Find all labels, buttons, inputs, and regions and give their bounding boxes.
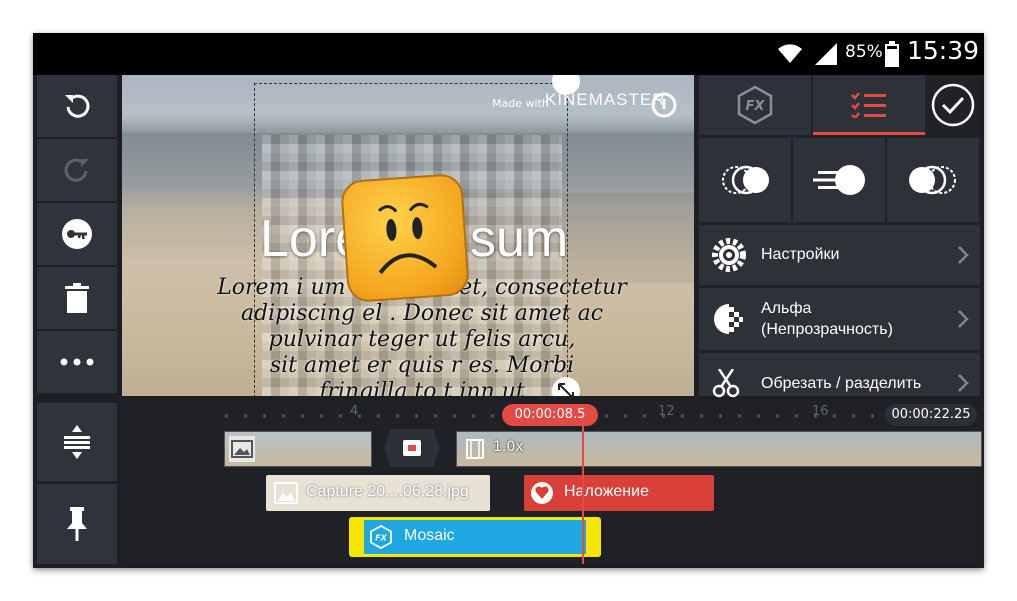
done-button[interactable] bbox=[925, 75, 980, 135]
svg-text:FX: FX bbox=[746, 99, 766, 114]
more-icon bbox=[60, 358, 94, 366]
blend-out-button[interactable] bbox=[887, 138, 979, 222]
expand-timeline-button[interactable] bbox=[37, 403, 117, 481]
trim-split-row[interactable]: Обрезать / разделить bbox=[699, 353, 980, 398]
image-icon bbox=[274, 482, 298, 504]
expand-icon bbox=[64, 425, 90, 459]
trim-split-label: Обрезать / разделить bbox=[761, 375, 922, 392]
transition-icon bbox=[403, 440, 421, 456]
tab-list[interactable] bbox=[813, 75, 925, 135]
playhead-time: 00:00:08.5 bbox=[502, 404, 598, 426]
pin-button[interactable] bbox=[37, 484, 117, 564]
settings-label: Настройки bbox=[761, 246, 840, 263]
blend-out-icon bbox=[909, 165, 956, 195]
pin-icon bbox=[67, 507, 87, 541]
checklist-icon bbox=[851, 92, 886, 118]
alpha-row[interactable]: Альфа (Непрозрачность) bbox=[699, 288, 980, 350]
film-icon bbox=[466, 439, 484, 459]
resize-handle[interactable] bbox=[552, 377, 580, 396]
fx-icon: FX bbox=[370, 525, 392, 549]
image-layer-label: Capture 20....06.28.jpg bbox=[306, 483, 469, 500]
watermark-brand: KINEMASTER bbox=[545, 90, 666, 109]
scissors-icon bbox=[712, 369, 740, 398]
signal-icon bbox=[815, 43, 837, 65]
options-panel: FX Настройки Альфа (Непрозрачность) Обре… bbox=[699, 75, 980, 398]
mosaic-selection-box[interactable] bbox=[254, 83, 568, 396]
watermark-info-icon bbox=[651, 92, 677, 118]
blend-in-icon bbox=[722, 165, 769, 195]
gear-icon bbox=[712, 238, 746, 272]
video-preview[interactable]: Lore sum Lorem i um d r sit amet, consec… bbox=[122, 75, 694, 396]
watermark-prefix: Made with bbox=[492, 97, 549, 110]
delete-button[interactable] bbox=[37, 267, 117, 329]
alpha-icon bbox=[714, 304, 743, 334]
total-duration: 00:00:22.25 bbox=[885, 404, 977, 426]
settings-row[interactable]: Настройки bbox=[699, 225, 980, 285]
trash-icon bbox=[65, 283, 89, 313]
keyframe-button[interactable] bbox=[37, 203, 117, 265]
image-layer[interactable]: Capture 20....06.28.jpg bbox=[266, 475, 490, 511]
chevron-right-icon bbox=[958, 310, 969, 328]
effect-layer[interactable]: FX Mosaic bbox=[349, 517, 601, 557]
ruler-tick: 12 bbox=[658, 404, 675, 419]
effect-layer-label: Mosaic bbox=[404, 527, 455, 544]
fx-icon: FX bbox=[737, 85, 773, 125]
clip-speed: 1.0x bbox=[493, 439, 524, 455]
battery-icon bbox=[885, 41, 899, 67]
motion-button[interactable] bbox=[793, 138, 885, 222]
motion-icon bbox=[813, 165, 865, 195]
device-screen: 85% 15:39 Lore sum Lorem i um consectetu… bbox=[33, 33, 984, 568]
video-clip[interactable] bbox=[224, 431, 372, 467]
redo-icon bbox=[64, 158, 89, 182]
playhead[interactable] bbox=[582, 425, 584, 564]
battery-percent: 85% bbox=[845, 42, 883, 62]
image-icon bbox=[229, 436, 255, 462]
wifi-icon bbox=[778, 44, 802, 63]
key-icon bbox=[62, 219, 92, 249]
resize-icon bbox=[558, 383, 574, 396]
overlay-layer[interactable]: Наложение bbox=[524, 475, 714, 511]
undo-button[interactable] bbox=[37, 75, 117, 137]
ruler-tick: 16 bbox=[812, 404, 829, 419]
chevron-right-icon bbox=[958, 374, 969, 392]
timeline[interactable]: 4 12 16 00:00:08.5 00:00:22.25 1.0x Capt… bbox=[122, 401, 982, 564]
blend-in-button[interactable] bbox=[699, 138, 791, 222]
sticker-icon bbox=[531, 482, 553, 504]
undo-icon bbox=[65, 94, 90, 118]
left-toolbar bbox=[37, 75, 117, 564]
overlay-layer-label: Наложение bbox=[564, 483, 649, 500]
check-circle-icon bbox=[931, 83, 974, 127]
chevron-right-icon bbox=[958, 246, 969, 264]
status-clock: 15:39 bbox=[907, 36, 980, 65]
alpha-label: Альфа (Непрозрачность) bbox=[761, 300, 893, 338]
tab-fx[interactable]: FX bbox=[699, 75, 811, 135]
status-bar: 85% 15:39 bbox=[33, 33, 984, 75]
ruler-tick: 4 bbox=[350, 404, 359, 419]
effect-layer-body: FX Mosaic bbox=[364, 520, 586, 554]
video-clip[interactable]: 1.0x bbox=[456, 431, 982, 467]
active-tab-indicator bbox=[813, 132, 925, 135]
more-button[interactable] bbox=[37, 331, 117, 393]
transition-button[interactable] bbox=[384, 429, 440, 467]
redo-button[interactable] bbox=[37, 139, 117, 201]
svg-text:FX: FX bbox=[375, 534, 387, 543]
